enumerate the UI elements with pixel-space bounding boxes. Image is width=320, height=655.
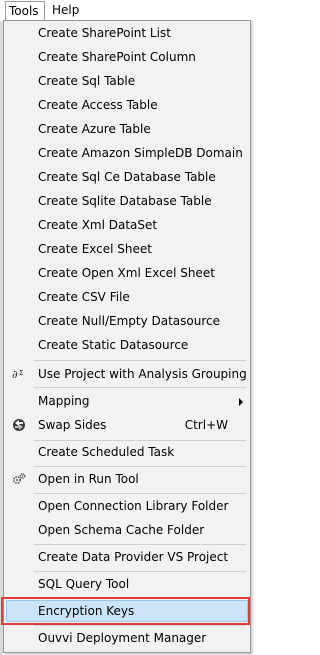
menu-item-label: Create Static Datasource xyxy=(38,338,189,352)
menu-item-open-schema-cache-folder[interactable]: Open Schema Cache Folder xyxy=(6,519,248,541)
menu-item-label: Mapping xyxy=(38,394,90,408)
menu-item-create-null-empty-datasource[interactable]: Create Null/Empty Datasource xyxy=(6,310,248,332)
menu-item-label: SQL Query Tool xyxy=(38,577,130,591)
menu-item-encryption-keys[interactable]: Encryption Keys xyxy=(6,600,248,622)
menu-item-label: Create Sql Ce Database Table xyxy=(38,170,216,184)
menu-item-create-amazon-simpledb-domain[interactable]: Create Amazon SimpleDB Domain xyxy=(6,142,248,164)
run-tool-gears-icon xyxy=(11,471,27,487)
menu-item-create-scheduled-task[interactable]: Create Scheduled Task xyxy=(6,441,248,463)
menu-item-create-static-datasource[interactable]: Create Static Datasource xyxy=(6,334,248,356)
menu-item-mapping[interactable]: Mapping xyxy=(6,390,248,412)
menu-item-label: Swap Sides xyxy=(38,418,107,432)
menu-item-open-in-run-tool[interactable]: Open in Run Tool xyxy=(6,468,248,490)
svg-text:Σ: Σ xyxy=(19,369,23,377)
menu-item-label: Encryption Keys xyxy=(38,604,135,618)
menu-item-label: Create Access Table xyxy=(38,98,158,112)
menu-item-open-connection-library-folder[interactable]: Open Connection Library Folder xyxy=(6,495,248,517)
menu-item-label: Create CSV File xyxy=(38,290,130,304)
menu-item-label: Open Connection Library Folder xyxy=(38,499,229,513)
menu-item-label: Create Scheduled Task xyxy=(38,445,175,459)
menu-item-label: Create SharePoint Column xyxy=(38,50,196,64)
menu-item-create-sharepoint-list[interactable]: Create SharePoint List xyxy=(6,22,248,44)
menubar-help[interactable]: Help xyxy=(52,1,82,20)
menu-item-label: Create Sqlite Database Table xyxy=(38,194,212,208)
menu-item-label: Use Project with Analysis Grouping xyxy=(38,367,247,381)
menu-item-label: Open in Run Tool xyxy=(38,472,139,486)
menu-item-label: Ouvvi Deployment Manager xyxy=(38,631,207,645)
menu-item-shortcut: Ctrl+W xyxy=(184,418,228,432)
menu-item-label: Create Amazon SimpleDB Domain xyxy=(38,146,243,160)
menu-item-create-data-provider-vs-project[interactable]: Create Data Provider VS Project xyxy=(6,546,248,568)
menu-item-label: Open Schema Cache Folder xyxy=(38,523,205,537)
menu-item-create-sql-ce-database-table[interactable]: Create Sql Ce Database Table xyxy=(6,166,248,188)
menu-item-label: Create SharePoint List xyxy=(38,26,171,40)
menu-item-create-open-xml-excel-sheet[interactable]: Create Open Xml Excel Sheet xyxy=(6,262,248,284)
menu-separator xyxy=(34,598,246,599)
menu-separator xyxy=(34,625,246,626)
menu-item-create-xml-dataset[interactable]: Create Xml DataSet xyxy=(6,214,248,236)
menu-item-label: Create Azure Table xyxy=(38,122,151,136)
menu-item-create-csv-file[interactable]: Create CSV File xyxy=(6,286,248,308)
svg-text:∂: ∂ xyxy=(12,368,18,381)
menu-item-label: Create Open Xml Excel Sheet xyxy=(38,266,215,280)
menu-item-label: Create Data Provider VS Project xyxy=(38,550,229,564)
menu-item-sql-query-tool[interactable]: SQL Query Tool xyxy=(6,573,248,595)
menu-item-create-sql-table[interactable]: Create Sql Table xyxy=(6,70,248,92)
menu-bar: Tools Help xyxy=(0,0,253,22)
analysis-grouping-icon: ∂ Σ xyxy=(11,366,27,382)
menu-item-swap-sides[interactable]: Swap Sides Ctrl+W xyxy=(6,414,248,436)
menu-separator xyxy=(34,493,246,494)
menu-item-ouvvi-deployment-manager[interactable]: Ouvvi Deployment Manager xyxy=(6,627,248,649)
menu-item-use-project-with-analysis-grouping[interactable]: ∂ Σ Use Project with Analysis Grouping xyxy=(6,363,248,385)
menu-item-create-sqlite-database-table[interactable]: Create Sqlite Database Table xyxy=(6,190,248,212)
menu-item-create-sharepoint-column[interactable]: Create SharePoint Column xyxy=(6,46,248,68)
menu-item-create-access-table[interactable]: Create Access Table xyxy=(6,94,248,116)
swap-sides-icon xyxy=(11,417,27,433)
menu-item-label: Create Null/Empty Datasource xyxy=(38,314,220,328)
menu-separator xyxy=(34,387,246,388)
menu-item-label: Create Sql Table xyxy=(38,74,136,88)
tools-dropdown-menu: Create SharePoint List Create SharePoint… xyxy=(3,20,251,653)
menu-separator xyxy=(34,466,246,467)
menu-item-label: Create Excel Sheet xyxy=(38,242,152,256)
menu-item-create-excel-sheet[interactable]: Create Excel Sheet xyxy=(6,238,248,260)
menu-separator xyxy=(34,360,246,361)
menu-separator xyxy=(34,571,246,572)
submenu-arrow-icon xyxy=(239,398,243,406)
menu-item-label: Create Xml DataSet xyxy=(38,218,158,232)
menubar-tools[interactable]: Tools xyxy=(5,1,45,20)
menu-item-create-azure-table[interactable]: Create Azure Table xyxy=(6,118,248,140)
menu-separator xyxy=(34,544,246,545)
